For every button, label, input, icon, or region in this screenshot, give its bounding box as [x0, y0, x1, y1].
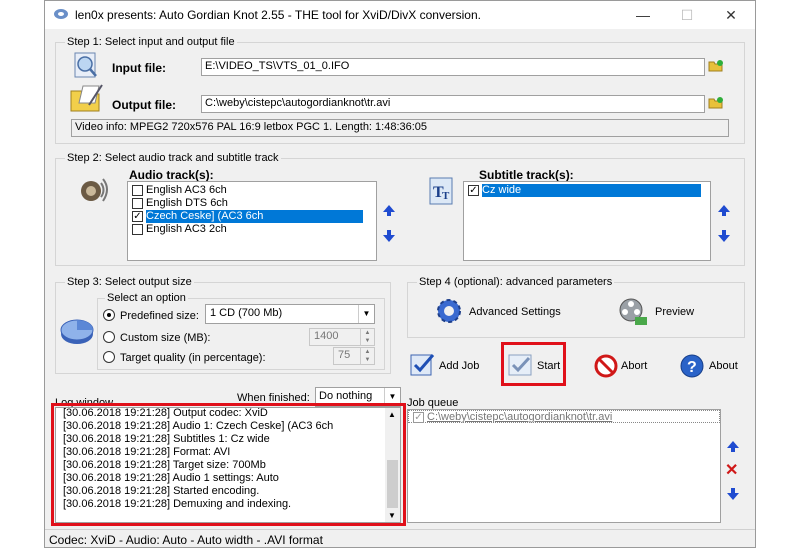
audio-track-label: Czech Ceske] (AC3 6ch — [146, 210, 364, 223]
app-icon — [54, 9, 68, 19]
audio-track-item[interactable]: English DTS 6ch — [128, 197, 376, 210]
predefined-size-label: Predefined size: — [120, 310, 199, 322]
output-file-field[interactable]: C:\weby\cistepc\autogordianknot\tr.avi — [201, 95, 705, 113]
audio-move-up-icon[interactable] — [383, 205, 395, 216]
audio-move-down-icon[interactable] — [383, 230, 395, 242]
subtitle-icon: T T — [429, 177, 453, 205]
audio-track-label: English AC3 6ch — [146, 184, 227, 196]
audio-track-checkbox[interactable] — [132, 198, 143, 209]
target-quality-label: Target quality (in percentage): — [120, 352, 266, 364]
output-file-icon — [70, 84, 103, 112]
custom-size-radio[interactable] — [103, 331, 115, 343]
step1-label: Step 1: Select input and output file — [65, 36, 237, 48]
subtitle-tracks-list: ✓ Cz wide — [463, 181, 711, 261]
subtitle-tracks-label: Subtitle track(s): — [479, 168, 574, 182]
start-highlight-box — [501, 342, 566, 386]
subtitle-track-item-selected[interactable]: ✓ Cz wide — [464, 184, 710, 197]
target-quality-radio[interactable] — [103, 351, 115, 363]
job-queue-checkbox[interactable]: ✓ — [413, 412, 424, 423]
advanced-settings-button[interactable]: Advanced Settings — [469, 306, 561, 318]
option-label: Select an option — [105, 292, 188, 304]
title-bar: len0x presents: Auto Gordian Knot 2.55 -… — [45, 1, 755, 29]
step3-label: Step 3: Select output size — [65, 276, 194, 288]
status-bar: Codec: XviD - Audio: Auto - Auto width -… — [45, 529, 755, 547]
audio-track-checkbox[interactable] — [132, 224, 143, 235]
queue-remove-icon[interactable]: ✕ — [725, 460, 738, 480]
audio-track-checkbox[interactable] — [132, 185, 143, 196]
video-info: Video info: MPEG2 720x576 PAL 16:9 letbo… — [71, 119, 729, 137]
svg-text:?: ? — [687, 359, 697, 376]
predefined-size-radio[interactable] — [103, 309, 115, 321]
predefined-size-value: 1 CD (700 Mb) — [210, 307, 283, 319]
input-file-label: Input file: — [112, 61, 166, 75]
audio-track-item-selected[interactable]: ✓ Czech Ceske] (AC3 6ch — [128, 210, 376, 223]
input-file-field[interactable]: E:\VIDEO_TS\VTS_01_0.IFO — [201, 58, 705, 76]
subtitle-track-checkbox-checked[interactable]: ✓ — [468, 185, 479, 196]
add-job-icon[interactable] — [409, 351, 437, 379]
custom-size-label: Custom size (MB): — [120, 332, 211, 344]
open-folder-icon[interactable] — [708, 59, 724, 73]
output-file-label: Output file: — [112, 98, 176, 112]
when-finished-value: Do nothing — [319, 390, 373, 402]
about-button[interactable]: About — [709, 360, 738, 372]
window-title: len0x presents: Auto Gordian Knot 2.55 -… — [75, 8, 481, 22]
subtitle-move-up-icon[interactable] — [718, 205, 730, 216]
audio-track-item[interactable]: English AC3 2ch — [128, 223, 376, 236]
job-queue-label: Job queue — [407, 397, 459, 409]
job-queue-item-label: C:\weby\cistepc\autogordianknot\tr.avi — [427, 411, 613, 423]
audio-track-checkbox-checked[interactable]: ✓ — [132, 211, 143, 222]
gear-icon[interactable] — [433, 295, 465, 327]
chevron-down-icon[interactable]: ▼ — [358, 305, 374, 323]
queue-move-down-icon[interactable] — [727, 488, 739, 500]
log-highlight-box — [51, 403, 406, 526]
audio-tracks-list: English AC3 6ch English DTS 6ch ✓ Czech … — [127, 181, 377, 261]
target-quality-stepper[interactable]: 75 ▲ ▼ — [333, 347, 375, 365]
queue-move-up-icon[interactable] — [727, 441, 739, 452]
predefined-size-select[interactable]: 1 CD (700 Mb) ▼ — [205, 304, 375, 324]
subtitle-track-label: Cz wide — [482, 184, 702, 197]
audio-track-item[interactable]: English AC3 6ch — [128, 184, 376, 197]
maximize-button[interactable]: ☐ — [665, 3, 709, 27]
abort-icon[interactable] — [593, 353, 619, 379]
job-queue-list[interactable]: ✓ C:\weby\cistepc\autogordianknot\tr.avi — [407, 409, 721, 523]
audio-track-label: English DTS 6ch — [146, 197, 228, 209]
custom-size-value: 1400 — [314, 330, 339, 342]
disk-size-icon — [60, 319, 94, 344]
step2-label: Step 2: Select audio track and subtitle … — [65, 152, 281, 164]
spin-arrows-icon[interactable]: ▲ ▼ — [360, 329, 374, 345]
close-button[interactable]: ✕ — [709, 3, 753, 27]
minimize-button[interactable]: — — [621, 3, 665, 27]
abort-button[interactable]: Abort — [621, 360, 647, 372]
preview-button[interactable]: Preview — [655, 306, 694, 318]
audio-track-label: English AC3 2ch — [146, 223, 227, 235]
target-quality-value: 75 — [338, 349, 351, 361]
audio-tracks-label: Audio track(s): — [129, 168, 214, 182]
main-window: len0x presents: Auto Gordian Knot 2.55 -… — [44, 0, 756, 548]
film-reel-icon[interactable] — [617, 295, 649, 327]
audio-speaker-icon — [81, 178, 108, 202]
subtitle-move-down-icon[interactable] — [718, 230, 730, 242]
input-file-icon — [74, 52, 97, 78]
custom-size-stepper[interactable]: 1400 ▲ ▼ — [309, 328, 375, 346]
job-queue-item[interactable]: ✓ C:\weby\cistepc\autogordianknot\tr.avi — [408, 410, 720, 423]
spin-arrows-icon[interactable]: ▲ ▼ — [360, 348, 374, 364]
step4-label: Step 4 (optional): advanced parameters — [417, 276, 615, 288]
add-job-button[interactable]: Add Job — [439, 360, 479, 372]
svg-text:T: T — [442, 190, 450, 202]
save-folder-icon[interactable] — [708, 96, 724, 110]
help-icon[interactable]: ? — [679, 353, 705, 379]
